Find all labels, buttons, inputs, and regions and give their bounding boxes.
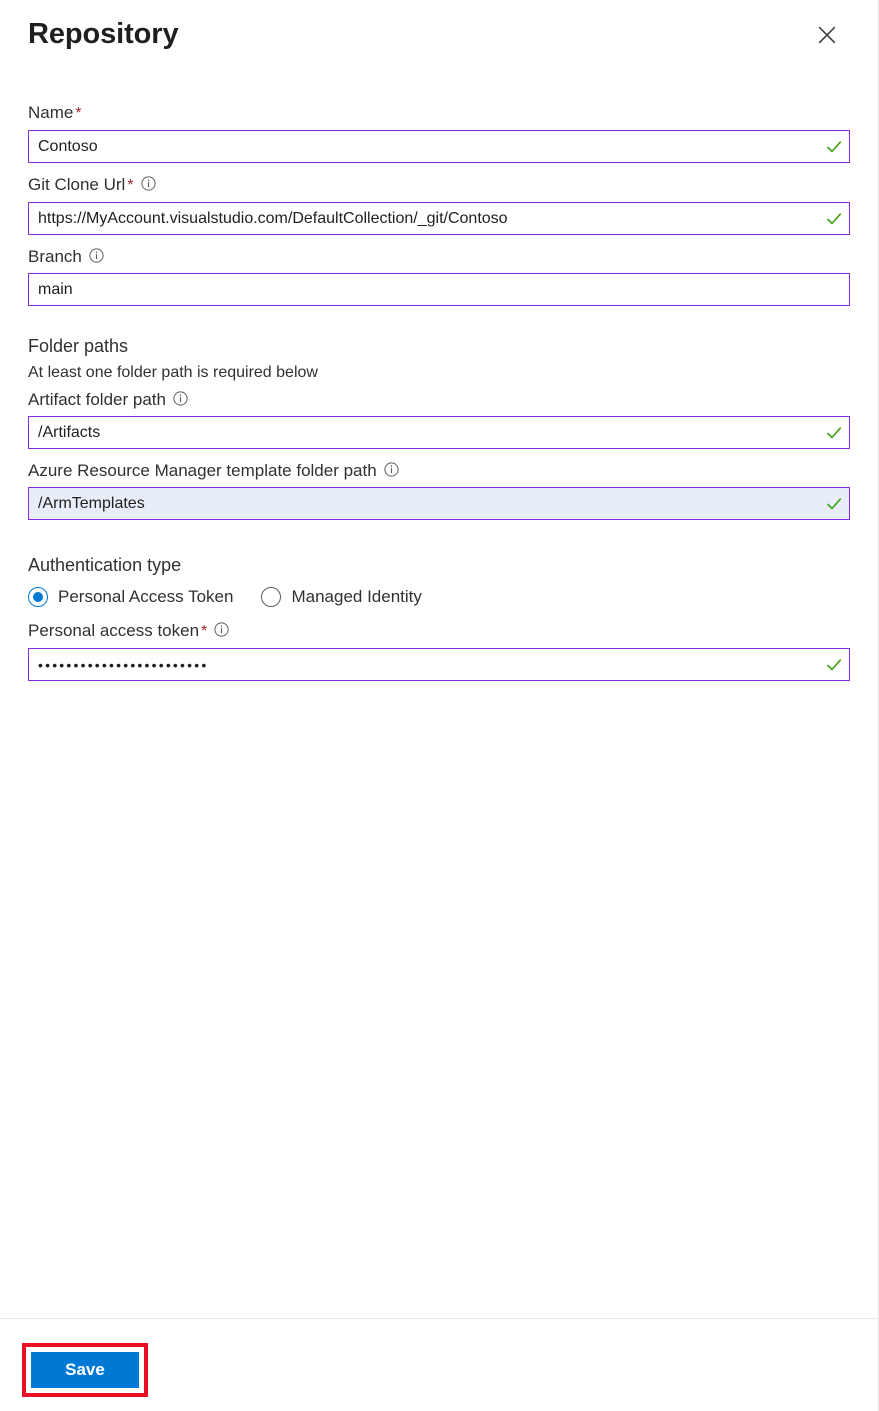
panel-header: Repository [0,0,878,100]
page-title: Repository [28,18,179,50]
field-arm-template-folder-path-label-text: Azure Resource Manager template folder p… [28,461,377,480]
required-marker: * [127,177,134,194]
field-branch-label: Branch [28,244,850,269]
artifact-folder-path-input[interactable] [29,417,819,448]
radio-personal-access-token-label: Personal Access Token [58,587,234,606]
personal-access-token-input-wrap[interactable] [28,648,850,681]
git-clone-url-input-wrap[interactable] [28,202,850,235]
field-arm-template-folder-path: Azure Resource Manager template folder p… [28,458,850,520]
name-input[interactable] [29,131,819,162]
required-marker: * [75,105,82,122]
artifact-folder-path-input-wrap[interactable] [28,416,850,449]
valid-check-icon [819,655,849,675]
git-clone-url-input[interactable] [29,203,819,234]
field-branch: Branch [28,244,850,306]
repository-panel: Repository Name * Contoso Git Clone Url … [0,0,879,1411]
info-icon[interactable] [140,176,156,191]
radio-managed-identity-label: Managed Identity [291,587,422,606]
field-git-clone-url-label-text: Git Clone Url [28,175,126,194]
radio-personal-access-token[interactable]: Personal Access Token [28,585,233,609]
info-icon[interactable] [384,462,399,477]
save-button-highlight: Save [22,1343,148,1397]
field-personal-access-token: Personal access token * [28,618,850,681]
folder-paths-subtext: At least one folder path is required bel… [28,364,318,381]
repository-form: Name* Git Clone Url* [0,100,878,1318]
field-name: Name * [28,100,850,163]
field-personal-access-token-label: Personal access token * [28,618,850,644]
radio-mark-unselected-icon [261,587,282,607]
field-artifact-folder-path-label-text: Artifact folder path [28,390,166,409]
close-icon [817,25,837,45]
info-icon[interactable] [214,622,229,637]
info-icon[interactable] [173,391,188,406]
name-input-wrap[interactable] [28,130,850,163]
arm-template-folder-path-input-wrap[interactable] [28,487,850,520]
personal-access-token-input[interactable] [29,649,819,680]
auth-type-radio-group: Personal Access Token Managed Identity [28,585,850,609]
field-branch-label-text: Branch [28,247,82,266]
valid-check-icon [819,423,849,443]
field-name-label: Name * [28,100,850,126]
panel-footer: Save [0,1318,878,1411]
info-icon[interactable] [89,248,104,263]
valid-check-icon [819,494,849,514]
field-artifact-folder-path-label: Artifact folder path [28,387,850,412]
branch-input[interactable] [29,274,849,305]
radio-managed-identity[interactable]: Managed Identity [261,585,422,609]
radio-mark-selected-icon [28,587,48,607]
field-personal-access-token-label-text: Personal access token [28,621,200,640]
field-git-clone-url-label: Git Clone Url * [28,172,850,198]
auth-type-heading: Authentication type [28,555,182,575]
save-button[interactable]: Save [31,1352,139,1388]
field-git-clone-url: Git Clone Url * [28,172,850,235]
field-name-label-text: Name [28,103,74,122]
close-button[interactable] [810,18,844,52]
branch-input-wrap[interactable] [28,273,850,306]
folder-paths-heading: Folder paths [28,336,129,356]
arm-template-folder-path-input[interactable] [29,488,819,519]
required-marker: * [201,623,208,640]
field-artifact-folder-path: Artifact folder path [28,387,850,449]
valid-check-icon [819,137,849,157]
field-arm-template-folder-path-label: Azure Resource Manager template folder p… [28,458,850,483]
valid-check-icon [819,209,849,229]
